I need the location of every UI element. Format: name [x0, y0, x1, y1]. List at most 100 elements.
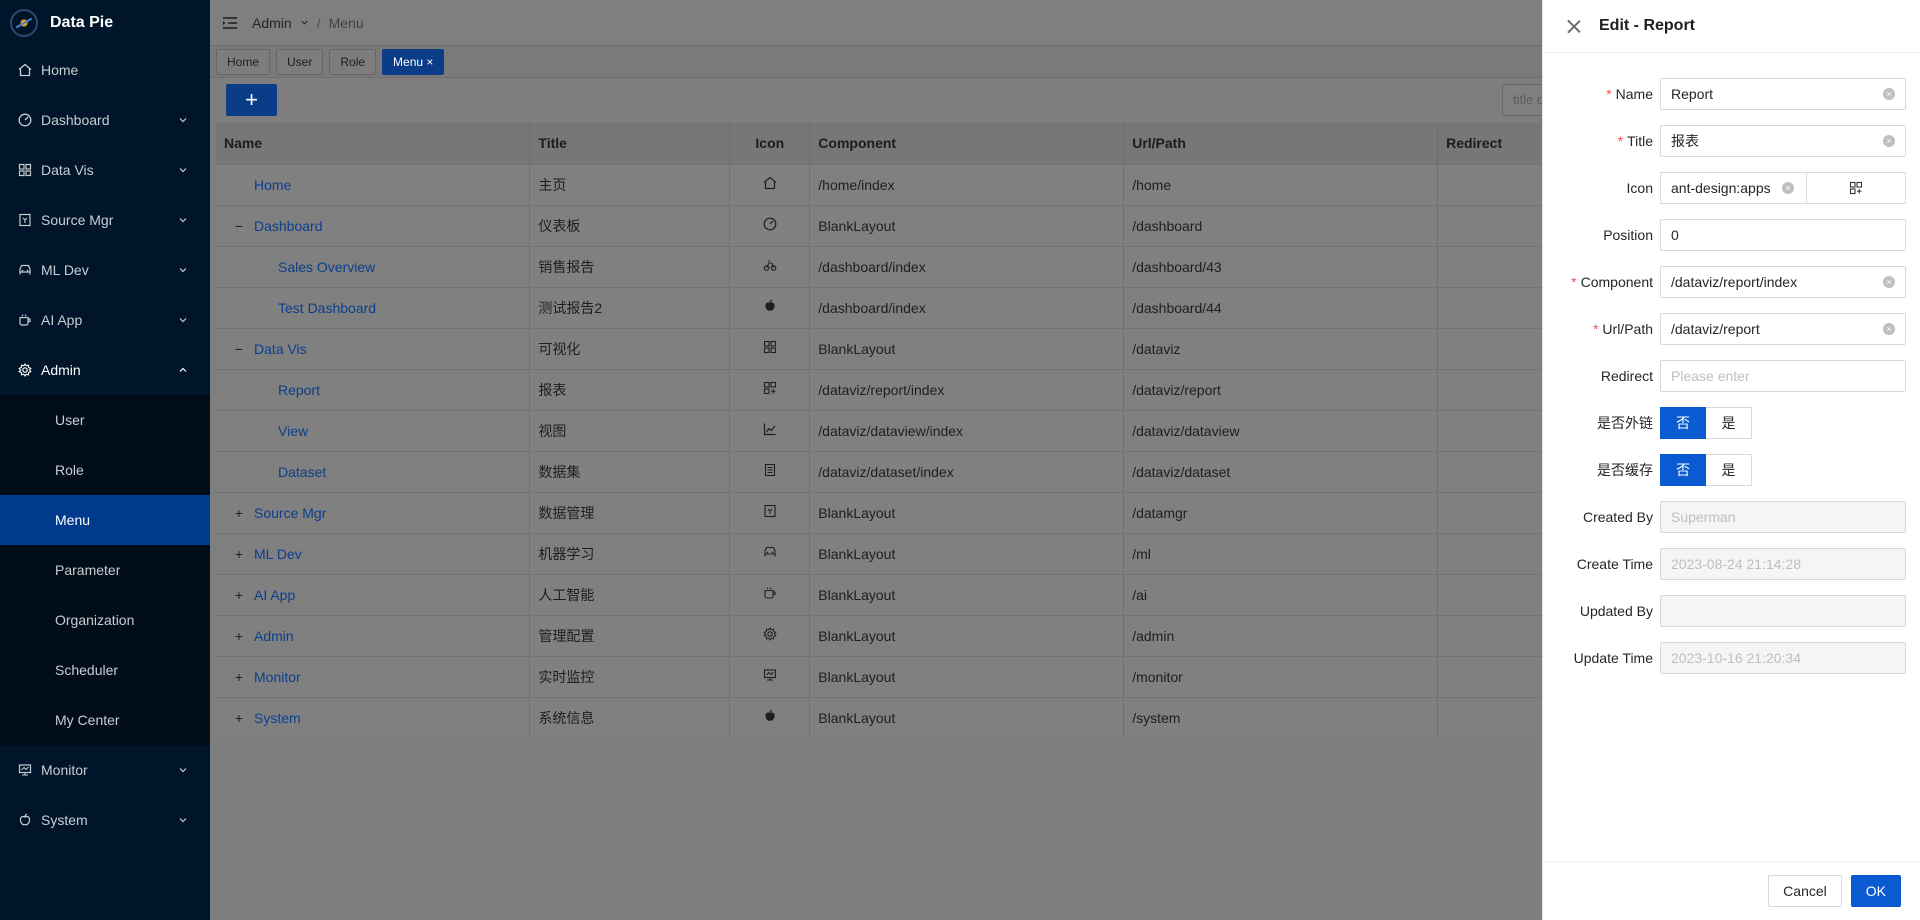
cache-yes[interactable]: 是 — [1706, 453, 1752, 486]
table-row[interactable]: − Dashboard 仪表板 BlankLayout/dashboard — [216, 204, 1752, 246]
add-button[interactable]: + — [226, 84, 277, 116]
table-row[interactable]: Report 报表/dataviz/report/index/dataviz/re… — [216, 368, 1752, 410]
name-field[interactable]: Report × — [1660, 77, 1906, 110]
menu-name-link[interactable]: Sales Overview — [278, 259, 375, 275]
icon-field[interactable]: ant-design:apps × — [1660, 171, 1806, 204]
cell-icon — [729, 532, 811, 574]
icon-picker-button[interactable] — [1806, 171, 1906, 204]
table-row[interactable]: Home 主页/home/index/home — [216, 163, 1752, 205]
sidebar-item-monitor[interactable]: Monitor — [0, 745, 210, 795]
sidebar-item-label: Source Mgr — [41, 212, 114, 228]
cell-component: BlankLayout — [809, 573, 1125, 615]
column-header-name[interactable]: Name — [216, 123, 531, 164]
table-row[interactable]: + Admin 管理配置 BlankLayout/admin — [216, 614, 1752, 656]
sidebar-item-organization[interactable]: Organization — [0, 595, 210, 645]
collapse-icon[interactable]: − — [224, 218, 254, 234]
sidebar-item-menu[interactable]: Menu — [0, 495, 210, 545]
cell-component: BlankLayout — [809, 655, 1125, 697]
external-link-no[interactable]: 否 — [1660, 406, 1706, 439]
table-row[interactable]: + Source Mgr 数据管理 BlankLayout/datamgr — [216, 491, 1752, 533]
cell-name: Home — [216, 163, 531, 205]
tab-role[interactable]: Role — [329, 48, 377, 75]
cell-title: 数据管理 — [529, 491, 731, 533]
menu-name-link[interactable]: Dashboard — [254, 218, 323, 234]
menu-name-link[interactable]: View — [278, 423, 308, 439]
column-header-component[interactable]: Component — [809, 123, 1125, 164]
menu-name-link[interactable]: Dataset — [278, 464, 326, 480]
table-row[interactable]: + ML Dev 机器学习 BlankLayout/ml — [216, 532, 1752, 574]
expand-icon[interactable]: + — [224, 505, 254, 521]
sidebar-item-system[interactable]: System — [0, 795, 210, 845]
menu-name-link[interactable]: Home — [254, 177, 291, 193]
menu-name-link[interactable]: System — [254, 710, 301, 726]
clear-icon[interactable]: × — [1782, 181, 1794, 194]
close-icon[interactable] — [1567, 19, 1581, 33]
cell-component: /dashboard/index — [809, 245, 1125, 287]
expand-icon[interactable]: + — [224, 710, 254, 726]
form-row-redirect: Redirect Please enter — [1543, 352, 1920, 399]
table-row[interactable]: − Data Vis 可视化 BlankLayout/dataviz — [216, 327, 1752, 369]
table-row[interactable]: + System 系统信息 BlankLayout/system — [216, 696, 1752, 738]
column-header-icon[interactable]: Icon — [729, 123, 811, 164]
table-row[interactable]: Dataset 数据集/dataviz/dataset/index/dataviz… — [216, 450, 1752, 492]
cell-path: /dataviz/report — [1123, 368, 1439, 410]
tab-user[interactable]: User — [276, 48, 324, 75]
clear-icon[interactable]: × — [1883, 322, 1895, 335]
sidebar-item-ai-app[interactable]: AI App — [0, 295, 210, 345]
column-header-path[interactable]: Url/Path — [1123, 123, 1439, 164]
tab-menu[interactable]: Menu × — [382, 48, 445, 75]
breadcrumb-item-admin[interactable]: Admin — [252, 15, 292, 31]
cancel-button[interactable]: Cancel — [1768, 875, 1842, 907]
table-row[interactable]: View 视图/dataviz/dataview/index/dataviz/da… — [216, 409, 1752, 451]
expand-icon[interactable]: + — [224, 587, 254, 603]
menu-name-link[interactable]: AI App — [254, 587, 295, 603]
ok-button[interactable]: OK — [1850, 875, 1901, 907]
clear-icon[interactable]: × — [1883, 134, 1895, 147]
chevron-down-icon — [178, 115, 188, 125]
sidebar-item-ml-dev[interactable]: ML Dev — [0, 245, 210, 295]
cell-name: + Source Mgr — [216, 491, 531, 533]
menu-name-link[interactable]: Report — [278, 382, 320, 398]
logo[interactable]: Data Pie — [0, 0, 210, 45]
menu-name-link[interactable]: ML Dev — [254, 546, 302, 562]
clear-icon[interactable]: × — [1883, 87, 1895, 100]
column-header-title[interactable]: Title — [529, 123, 731, 164]
menu-name-link[interactable]: Monitor — [254, 669, 301, 685]
form-row-create-time: Create Time 2023-08-24 21:14:28 — [1543, 540, 1920, 587]
table-row[interactable]: Sales Overview 销售报告/dashboard/index/dashb… — [216, 245, 1752, 287]
table-row[interactable]: + Monitor 实时监控 BlankLayout/monitor — [216, 655, 1752, 697]
external-link-yes[interactable]: 是 — [1706, 406, 1752, 439]
title-field[interactable]: 报表 × — [1660, 124, 1906, 157]
update-time-field: 2023-10-16 21:20:34 — [1660, 641, 1906, 674]
menu-name-link[interactable]: Source Mgr — [254, 505, 326, 521]
cache-no[interactable]: 否 — [1660, 453, 1706, 486]
redirect-field[interactable]: Please enter — [1660, 359, 1906, 392]
sidebar-item-dashboard[interactable]: Dashboard — [0, 95, 210, 145]
sidebar-item-home[interactable]: Home — [0, 45, 210, 95]
menu-name-link[interactable]: Admin — [254, 628, 294, 644]
monitor-icon — [18, 763, 32, 777]
expand-icon[interactable]: + — [224, 669, 254, 685]
component-field[interactable]: /dataviz/report/index × — [1660, 265, 1906, 298]
cell-name: Report — [216, 368, 531, 410]
position-field[interactable]: 0 — [1660, 218, 1906, 251]
sidebar-item-user[interactable]: User — [0, 395, 210, 445]
collapse-icon[interactable]: − — [224, 341, 254, 357]
expand-icon[interactable]: + — [224, 546, 254, 562]
path-field[interactable]: /dataviz/report × — [1660, 312, 1906, 345]
expand-icon[interactable]: + — [224, 628, 254, 644]
sidebar-item-parameter[interactable]: Parameter — [0, 545, 210, 595]
sidebar-item-admin[interactable]: Admin — [0, 345, 210, 395]
table-row[interactable]: + AI App 人工智能 BlankLayout/ai — [216, 573, 1752, 615]
sidebar-item-source-mgr[interactable]: Source Mgr — [0, 195, 210, 245]
sidebar-item-my-center[interactable]: My Center — [0, 695, 210, 745]
clear-icon[interactable]: × — [1883, 275, 1895, 288]
sidebar-item-scheduler[interactable]: Scheduler — [0, 645, 210, 695]
table-row[interactable]: Test Dashboard 测试报告2/dashboard/index/dash… — [216, 286, 1752, 328]
tab-home[interactable]: Home — [216, 48, 271, 75]
menu-name-link[interactable]: Data Vis — [254, 341, 307, 357]
menu-name-link[interactable]: Test Dashboard — [278, 300, 376, 316]
sidebar-item-data-vis[interactable]: Data Vis — [0, 145, 210, 195]
sidebar-item-role[interactable]: Role — [0, 445, 210, 495]
menu-fold-icon[interactable] — [222, 16, 238, 30]
